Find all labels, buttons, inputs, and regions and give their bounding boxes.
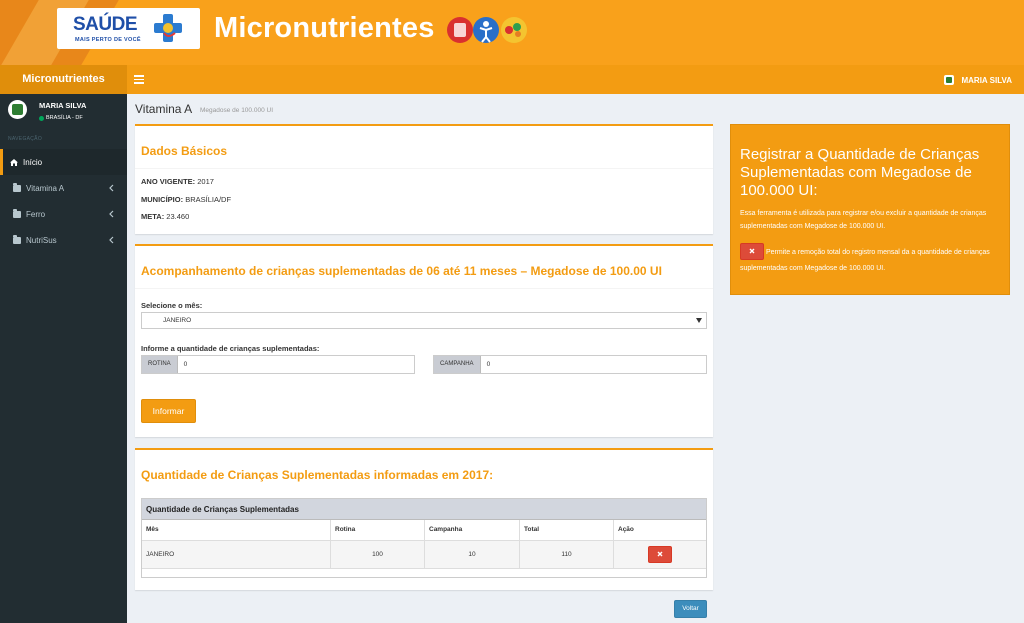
- cell-total: 110: [520, 541, 614, 568]
- cell-acao: [614, 541, 706, 568]
- saude-logo[interactable]: SAÚDE MAIS PERTO DE VOCÊ: [57, 8, 200, 49]
- municipio: MUNICÍPIO: BRASÍLIA/DF: [141, 195, 231, 204]
- sidebar-user-location: BRASÍLIA - DF: [39, 115, 83, 121]
- page-subtitle: Megadose de 100.000 UI: [200, 107, 273, 114]
- cell-mes: JANEIRO: [142, 541, 331, 568]
- col-acao: Ação: [618, 526, 634, 533]
- meta: META: 23.460: [141, 212, 189, 221]
- user-menu-name: MARIA SILVA: [961, 75, 1012, 85]
- user-panel: MARIA SILVA BRASÍLIA - DF: [0, 94, 127, 132]
- folder-icon: [13, 183, 21, 192]
- quantidade-title: Quantidade de Crianças Suplementadas inf…: [141, 468, 494, 482]
- folder-icon: [13, 209, 21, 218]
- sidebar-item-label: Vitamina A: [26, 183, 65, 193]
- ano-label: ANO VIGENTE:: [141, 177, 196, 186]
- meta-label: META:: [141, 212, 165, 221]
- sidebar-item-label: NutriSus: [26, 235, 57, 245]
- user-location-text: BRASÍLIA - DF: [46, 115, 83, 121]
- table-title: Quantidade de Crianças Suplementadas: [142, 499, 706, 520]
- campanha-input[interactable]: 0: [481, 356, 706, 373]
- quantity-label: Informe a quantidade de crianças supleme…: [141, 344, 320, 353]
- col-campanha: Campanha: [425, 520, 520, 540]
- sidebar-item-inicio[interactable]: Início: [0, 149, 127, 175]
- table-header-row: Mês Rotina Campanha Total Ação: [142, 520, 706, 541]
- municipio-value: BRASÍLIA/DF: [185, 195, 232, 204]
- chevron-left-icon: [109, 236, 114, 244]
- logo-sub-text: MAIS PERTO DE VOCÊ: [75, 37, 141, 43]
- ano-value: 2017: [197, 177, 214, 186]
- campanha-input-group: CAMPANHA 0: [433, 355, 707, 374]
- health-cross-icon: [154, 14, 182, 42]
- nutrition-icons: [447, 17, 527, 43]
- folder-icon: [13, 235, 21, 244]
- acompanhamento-box: Acompanhamento de crianças suplementadas…: [135, 244, 713, 437]
- ano-vigente: ANO VIGENTE: 2017: [141, 177, 214, 186]
- avatar: [8, 100, 27, 119]
- sidebar-menu: Início Vitamina A Ferro NutriSus: [0, 149, 127, 253]
- informar-button[interactable]: Informar: [141, 399, 196, 423]
- header-banner: SAÚDE MAIS PERTO DE VOCÊ Micronutrientes: [0, 0, 1024, 65]
- menu-toggle-icon[interactable]: [134, 73, 144, 85]
- select-month-label: Selecione o mês:: [141, 301, 203, 310]
- home-icon: [10, 158, 18, 166]
- dados-basicos-box: Dados Básicos ANO VIGENTE: 2017 MUNICÍPI…: [135, 124, 713, 234]
- divider: [135, 288, 713, 289]
- col-mes: Mês: [142, 520, 331, 540]
- acompanhamento-title: Acompanhamento de crianças suplementadas…: [141, 264, 662, 278]
- quantidade-table: Quantidade de Crianças Suplementadas Mês…: [141, 498, 707, 578]
- sidebar-item-ferro[interactable]: Ferro: [0, 201, 127, 227]
- cell-campanha: 10: [425, 541, 520, 568]
- user-avatar-small: [944, 75, 955, 85]
- info-title: Registrar a Quantidade de Crianças Suple…: [740, 146, 980, 199]
- rotina-addon: ROTINA: [142, 356, 178, 373]
- delete-row-button[interactable]: [648, 545, 672, 563]
- meta-value: 23.460: [166, 212, 190, 221]
- table-row: JANEIRO 100 10 110: [142, 541, 706, 569]
- municipio-label: MUNICÍPIO:: [141, 195, 184, 204]
- brand-title: Micronutrientes: [214, 12, 435, 44]
- nav-header: NAVEGAÇÃO: [8, 136, 43, 142]
- navbar-brand[interactable]: Micronutrientes: [0, 65, 127, 94]
- rotina-input[interactable]: 0: [178, 356, 414, 373]
- dados-basicos-title: Dados Básicos: [141, 144, 228, 158]
- info-box: Registrar a Quantidade de Crianças Suple…: [730, 124, 1010, 295]
- page-title: Vitamina A: [135, 102, 193, 116]
- online-status-icon: [39, 115, 44, 121]
- sidebar-user-name: MARIA SILVA: [39, 101, 87, 110]
- table-empty-row: [142, 569, 706, 577]
- col-total: Total: [520, 520, 614, 540]
- caret-down-icon: [696, 318, 702, 323]
- rotina-input-group: ROTINA 0: [141, 355, 415, 374]
- sidebar-item-nutrisus[interactable]: NutriSus: [0, 227, 127, 253]
- voltar-button[interactable]: Voltar: [674, 600, 707, 618]
- logo-main-text: SAÚDE: [73, 14, 138, 35]
- sidebar-item-label: Ferro: [26, 209, 46, 219]
- chevron-left-icon: [109, 184, 114, 192]
- chevron-left-icon: [109, 210, 114, 218]
- quantidade-box: Quantidade de Crianças Suplementadas inf…: [135, 448, 713, 590]
- info-text: Essa ferramenta é utilizada para registr…: [740, 210, 987, 230]
- sidebar: MARIA SILVA BRASÍLIA - DF NAVEGAÇÃO Iníc…: [0, 94, 127, 623]
- info-delete-text: Permite a remoção total do registro mens…: [740, 249, 990, 272]
- month-select[interactable]: JANEIRO: [141, 312, 707, 329]
- col-rotina: Rotina: [331, 520, 425, 540]
- user-menu[interactable]: MARIA SILVA: [944, 73, 1012, 87]
- close-icon: [657, 551, 663, 557]
- top-navbar: Micronutrientes MARIA SILVA: [0, 65, 1024, 94]
- cell-rotina: 100: [331, 541, 425, 568]
- divider: [135, 168, 713, 169]
- month-select-value: JANEIRO: [163, 317, 192, 324]
- sidebar-item-vitamina-a[interactable]: Vitamina A: [0, 175, 127, 201]
- sidebar-item-label: Início: [23, 157, 43, 167]
- campanha-addon: CAMPANHA: [434, 356, 481, 373]
